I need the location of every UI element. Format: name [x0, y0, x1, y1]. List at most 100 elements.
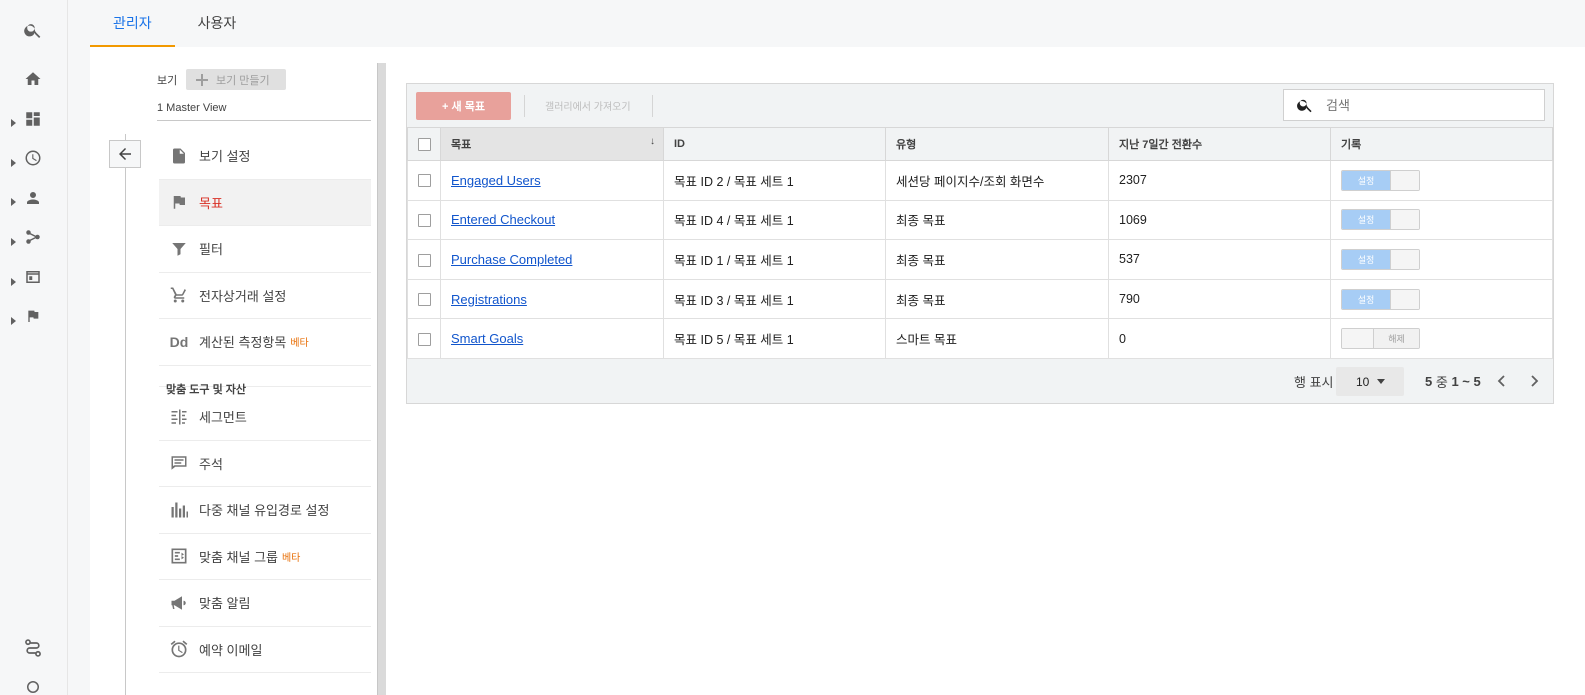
- search-input[interactable]: [1326, 97, 1526, 113]
- realtime-icon[interactable]: [22, 147, 44, 169]
- pagination-range: 5 중 1 ~ 5: [1425, 366, 1481, 396]
- goal-id-cell: 목표 ID 5 / 목표 세트 1: [663, 318, 886, 359]
- goal-name-link[interactable]: Smart Goals: [451, 331, 523, 346]
- home-icon[interactable]: [22, 68, 44, 90]
- range-total: 5: [1425, 373, 1433, 389]
- sort-desc-icon: ↓: [650, 136, 655, 147]
- goal-name-link[interactable]: Engaged Users: [451, 173, 541, 188]
- menu-item-scheduled-emails[interactable]: 예약 이메일: [159, 627, 371, 673]
- prev-page-button[interactable]: [1492, 372, 1510, 390]
- flag-icon: [159, 192, 199, 212]
- select-all-checkbox[interactable]: [417, 137, 431, 151]
- next-page-button[interactable]: [1526, 372, 1544, 390]
- goal-name-link[interactable]: Entered Checkout: [451, 212, 555, 227]
- view-divider: [157, 120, 371, 121]
- row-checkbox[interactable]: [417, 213, 431, 227]
- column-header-record[interactable]: 기록: [1330, 127, 1553, 161]
- menu-item-label: 목표: [199, 195, 223, 211]
- column-header-conversions[interactable]: 지난 7일간 전환수: [1108, 127, 1331, 161]
- beta-badge: 베타: [281, 552, 301, 564]
- menu-item-calculated-metrics[interactable]: Dd 계산된 측정항목 베타: [159, 319, 371, 366]
- row-checkbox[interactable]: [417, 332, 431, 346]
- goal-id-cell: 목표 ID 2 / 목표 세트 1: [663, 160, 886, 201]
- rows-per-page-select[interactable]: 10: [1336, 367, 1404, 396]
- menu-item-view-settings[interactable]: 보기 설정: [159, 133, 371, 180]
- search-icon[interactable]: [22, 19, 44, 41]
- menu-item-custom-channel-groups[interactable]: 맞춤 채널 그룹 베타: [159, 534, 371, 580]
- goal-cell: Entered Checkout: [440, 199, 664, 241]
- column-header-goal[interactable]: 목표 ↓: [440, 127, 664, 161]
- row-checkbox[interactable]: [417, 293, 431, 307]
- record-toggle[interactable]: 설정: [1341, 169, 1420, 191]
- attribution-icon[interactable]: [22, 637, 44, 659]
- import-from-gallery-button[interactable]: 갤러리에서 가져오기: [545, 98, 631, 113]
- view-selector[interactable]: 1 Master View: [157, 102, 227, 114]
- column-header-id[interactable]: ID: [663, 127, 886, 161]
- acquisition-icon[interactable]: [22, 226, 44, 248]
- expand-acquisition-icon[interactable]: [11, 233, 17, 246]
- tab-user[interactable]: 사용자: [175, 0, 260, 47]
- select-all-cell: [407, 127, 441, 161]
- row-select-cell: [407, 318, 441, 359]
- expand-realtime-icon[interactable]: [11, 154, 17, 167]
- record-toggle[interactable]: 설정: [1341, 288, 1420, 310]
- toggle-label: 설정: [1342, 289, 1390, 309]
- column-header-label: 목표: [451, 139, 472, 151]
- row-select-cell: [407, 278, 441, 320]
- menu-item-label: 다중 채널 유입경로 설정: [199, 503, 330, 519]
- expand-customization-icon[interactable]: [11, 114, 17, 127]
- filter-icon: [159, 240, 199, 258]
- top-tab-bar: [68, 0, 1585, 47]
- record-toggle[interactable]: 설정: [1341, 209, 1420, 231]
- conversions-cell: 790: [1108, 278, 1331, 320]
- goal-name-link[interactable]: Purchase Completed: [451, 252, 572, 267]
- goal-type-cell: 스마트 목표: [885, 318, 1109, 359]
- expand-behavior-icon[interactable]: [11, 273, 17, 286]
- annotation-icon: [159, 454, 199, 472]
- column-resize-handle[interactable]: [377, 63, 386, 695]
- toggle-knob: [1390, 170, 1419, 190]
- menu-item-label: 예약 이메일: [199, 642, 263, 658]
- column-header-type[interactable]: 유형: [885, 127, 1109, 161]
- menu-item-filters[interactable]: 필터: [159, 226, 371, 273]
- tab-admin[interactable]: 관리자: [90, 0, 175, 47]
- admin-tabs: 관리자 사용자: [90, 0, 259, 47]
- dd-icon: Dd: [169, 333, 189, 350]
- menu-item-annotations[interactable]: 주석: [159, 441, 371, 487]
- menu-item-segments[interactable]: 세그먼트: [159, 394, 371, 441]
- menu-item-mcf-settings[interactable]: 다중 채널 유입경로 설정: [159, 487, 371, 534]
- menu-item-goals[interactable]: 목표: [159, 179, 371, 226]
- toggle-knob: [1342, 329, 1374, 349]
- discover-icon[interactable]: [22, 676, 44, 695]
- create-view-button[interactable]: 보기 만들기: [186, 69, 286, 90]
- table-row: Entered Checkout 목표 ID 4 / 목표 세트 1 최종 목표 10…: [407, 199, 1553, 241]
- toggle-label: 설정: [1342, 170, 1390, 190]
- back-button[interactable]: [109, 140, 141, 168]
- record-toggle[interactable]: 설정: [1341, 248, 1420, 270]
- toggle-knob: [1390, 210, 1419, 230]
- range-span: 1 ~ 5: [1451, 373, 1481, 389]
- row-checkbox[interactable]: [417, 253, 431, 267]
- table-row: Smart Goals 목표 ID 5 / 목표 세트 1 스마트 목표 0 해제: [407, 318, 1553, 359]
- new-goal-button[interactable]: + 새 목표: [416, 92, 511, 120]
- expand-conversions-icon[interactable]: [11, 312, 17, 325]
- behavior-icon[interactable]: [22, 266, 44, 288]
- customization-icon[interactable]: [22, 108, 44, 130]
- menu-item-ecommerce[interactable]: 전자상거래 설정: [159, 273, 371, 319]
- goal-name-link[interactable]: Registrations: [451, 292, 527, 307]
- record-toggle[interactable]: 해제: [1341, 328, 1420, 350]
- expand-audience-icon[interactable]: [11, 193, 17, 206]
- conversions-icon[interactable]: [22, 305, 44, 327]
- cart-icon: [159, 286, 199, 304]
- row-checkbox[interactable]: [417, 174, 431, 188]
- table-header-row: 목표 ↓ ID 유형 지난 7일간 전환수 기록: [407, 127, 1553, 161]
- menu-item-custom-alerts[interactable]: 맞춤 알림: [159, 580, 371, 627]
- toggle-label: 해제: [1374, 329, 1419, 349]
- search-box: [1283, 89, 1545, 121]
- conversions-cell: 0: [1108, 318, 1331, 359]
- beta-badge: 베타: [290, 338, 309, 350]
- megaphone-icon: [159, 594, 199, 612]
- audience-icon[interactable]: [22, 187, 44, 209]
- search-icon: [1297, 99, 1312, 113]
- menu-item-label: 맞춤 알림: [199, 596, 251, 612]
